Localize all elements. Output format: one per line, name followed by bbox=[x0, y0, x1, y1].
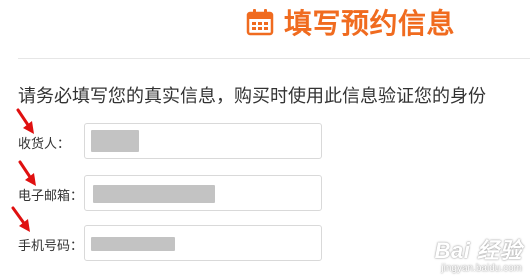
calendar-icon bbox=[246, 8, 274, 36]
redacted-value bbox=[91, 237, 175, 251]
phone-label: 手机号码： bbox=[18, 238, 84, 253]
page-title: 填写预约信息 bbox=[284, 8, 456, 39]
recipient-input[interactable] bbox=[84, 123, 322, 159]
redacted-value bbox=[93, 185, 215, 203]
form-row-recipient: 收货人： bbox=[0, 123, 530, 163]
page-header: 填写预约信息 bbox=[246, 2, 455, 42]
phone-input[interactable] bbox=[84, 225, 322, 261]
email-input[interactable] bbox=[84, 175, 322, 211]
redacted-value bbox=[91, 130, 139, 152]
watermark-logo: Bai 经验 bbox=[434, 238, 522, 263]
form-row-email: 电子邮箱： bbox=[0, 175, 530, 215]
header-divider bbox=[18, 58, 530, 59]
notice-text: 请务必填写您的真实信息，购买时使用此信息验证您的身份 bbox=[18, 86, 486, 106]
red-arrow-icon bbox=[11, 206, 30, 232]
red-arrow-icon bbox=[18, 160, 36, 186]
baidu-jingyan-watermark: Bai 经验 jingyan.baidu.com bbox=[435, 233, 522, 274]
red-arrow-icon bbox=[16, 108, 34, 134]
watermark-url: jingyan.baidu.com bbox=[441, 263, 522, 274]
